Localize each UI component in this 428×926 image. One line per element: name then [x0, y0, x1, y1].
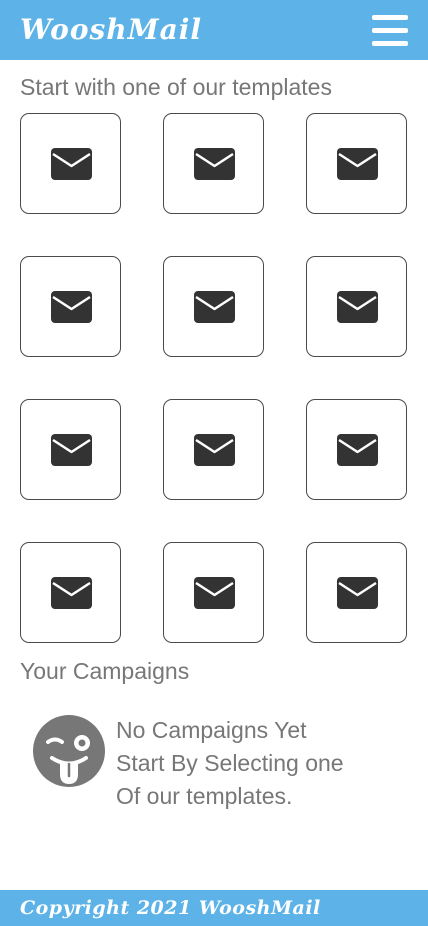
- envelope-icon: [51, 148, 92, 180]
- template-tile[interactable]: [20, 256, 121, 357]
- template-tile[interactable]: [306, 256, 407, 357]
- empty-state-message: No Campaigns Yet Start By Selecting one …: [116, 714, 344, 813]
- envelope-icon: [337, 434, 378, 466]
- template-tile[interactable]: [306, 399, 407, 500]
- empty-line: Start By Selecting one: [116, 750, 344, 776]
- menu-bar-bottom: [372, 41, 408, 46]
- menu-bar-top: [372, 15, 408, 20]
- campaigns-empty-state: No Campaigns Yet Start By Selecting one …: [32, 714, 412, 814]
- envelope-icon: [51, 577, 92, 609]
- app-footer: Copyright 2021 WooshMail: [0, 890, 428, 926]
- app-header: WooshMail: [0, 0, 428, 60]
- envelope-icon: [194, 148, 235, 180]
- templates-section-title: Start with one of our templates: [20, 74, 332, 100]
- template-tile[interactable]: [163, 542, 264, 643]
- envelope-icon: [337, 291, 378, 323]
- template-tile[interactable]: [20, 542, 121, 643]
- template-tile[interactable]: [163, 399, 264, 500]
- wink-tongue-face-icon: [33, 715, 105, 787]
- menu-bar-middle: [372, 28, 408, 33]
- hamburger-menu-icon[interactable]: [372, 14, 408, 46]
- envelope-icon: [337, 148, 378, 180]
- empty-line: No Campaigns Yet: [116, 717, 307, 743]
- empty-line: Of our templates.: [116, 783, 293, 809]
- envelope-icon: [51, 434, 92, 466]
- template-tile[interactable]: [20, 399, 121, 500]
- template-tile[interactable]: [163, 113, 264, 214]
- template-grid: [20, 113, 408, 643]
- envelope-icon: [194, 291, 235, 323]
- template-tile[interactable]: [306, 113, 407, 214]
- envelope-icon: [337, 577, 378, 609]
- envelope-icon: [51, 291, 92, 323]
- envelope-icon: [194, 577, 235, 609]
- campaigns-section-title: Your Campaigns: [20, 658, 190, 684]
- brand-logo[interactable]: WooshMail: [20, 12, 202, 48]
- template-tile[interactable]: [306, 542, 407, 643]
- template-tile[interactable]: [20, 113, 121, 214]
- copyright-text: Copyright 2021 WooshMail: [20, 897, 321, 919]
- template-tile[interactable]: [163, 256, 264, 357]
- envelope-icon: [194, 434, 235, 466]
